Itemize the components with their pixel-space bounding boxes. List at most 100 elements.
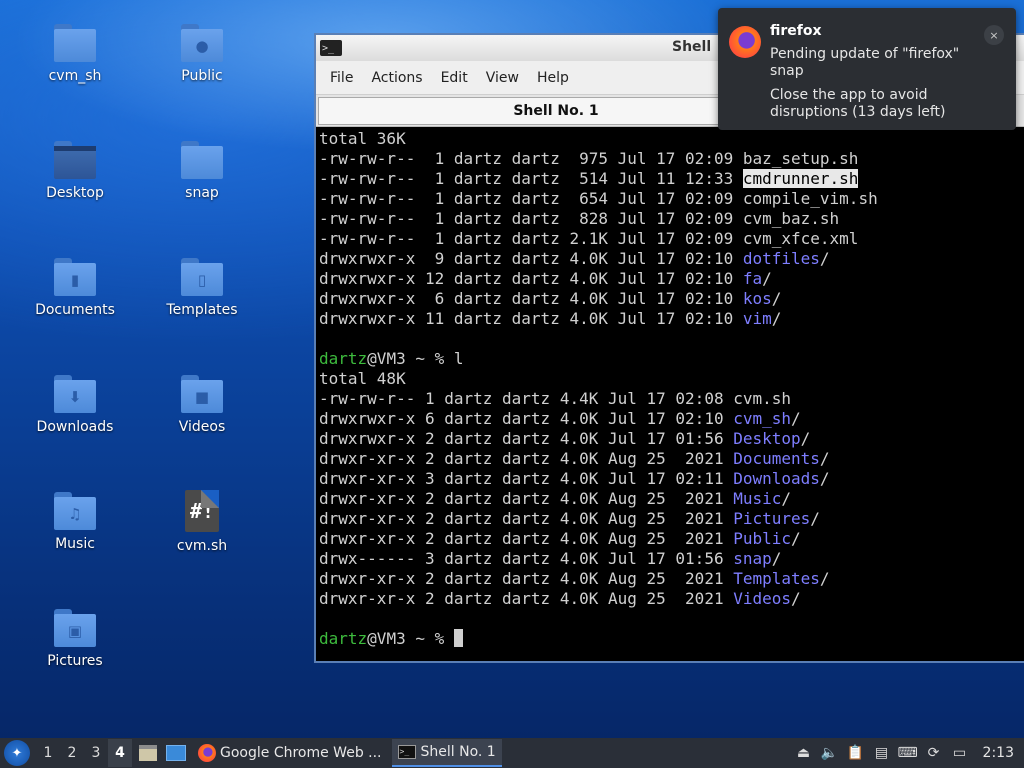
folder-templates-icon: ▯ [181,258,223,296]
folder-pictures-icon: ▣ [54,609,96,647]
terminal-output[interactable]: total 36K -rw-rw-r-- 1 dartz dartz 975 Ju… [316,127,1024,649]
desktop-icon-label: Desktop [46,185,104,201]
terminal-line: drwxrwxr-x 12 dartz dartz 4.0K Jul 17 02… [319,269,772,288]
update-icon[interactable]: ⟳ [923,742,945,764]
desktop-icon-videos[interactable]: ■ Videos [147,373,257,473]
terminal-line: drwxrwxr-x 2 dartz dartz 4.0K Jul 17 01:… [319,429,811,448]
terminal-line: drwxrwxr-x 9 dartz dartz 4.0K Jul 17 02:… [319,249,830,268]
notification-detail: Close the app to avoid disruptions (13 d… [770,87,946,120]
directory-name: Documents [733,449,820,468]
terminal-line: -rw-rw-r-- 1 dartz dartz 828 Jul 17 02:0… [319,209,840,228]
terminal-line: total 48K [319,369,406,388]
terminal-line: drwxrwxr-x 6 dartz dartz 4.0K Jul 17 02:… [319,409,801,428]
directory-name: Templates [733,569,820,588]
desktop-icon-label: snap [185,185,219,201]
desktop-icon-label: Templates [166,302,238,318]
workspace-1[interactable]: 1 [36,739,60,767]
app-menu-button[interactable]: ✦ [4,740,30,766]
directory-name: dotfiles [742,249,820,268]
terminal-line: -rw-rw-r-- 1 dartz dartz 514 Jul 11 12:3… [319,169,859,188]
info-icon[interactable]: ▭ [949,742,971,764]
menu-file[interactable]: File [322,66,361,90]
menu-actions[interactable]: Actions [363,66,430,90]
desktop-icon-label: Downloads [36,419,114,435]
workspace-2[interactable]: 2 [60,739,84,767]
desktop-icon-public[interactable]: ● Public [147,22,257,122]
network-icon[interactable]: ⌨ [897,742,919,764]
desktop-icon-desktop[interactable]: Desktop [20,139,130,239]
workspace-3[interactable]: 3 [84,739,108,767]
workspace-4[interactable]: 4 [108,739,132,767]
directory-name: Music [733,489,782,508]
terminal-line: drwxr-xr-x 2 dartz dartz 4.0K Aug 25 202… [319,449,830,468]
directory-name: Videos [733,589,792,608]
system-tray: ⏏ 🔈 📋 ▤ ⌨ ⟳ ▭ 2:13 [793,738,1024,768]
taskbar: ✦ 1 2 3 4 Google Chrome Web ... >_ Shell… [0,738,1024,768]
menu-help[interactable]: Help [529,66,577,90]
window-title: Shell [672,39,712,55]
desktop-icon-music[interactable]: ♫ Music [20,490,130,590]
terminal-line: -rw-rw-r-- 1 dartz dartz 2.1K Jul 17 02:… [319,229,859,248]
terminal-line: drwxr-xr-x 2 dartz dartz 4.0K Aug 25 202… [319,529,801,548]
terminal-line: drwxrwxr-x 11 dartz dartz 4.0K Jul 17 02… [319,309,782,328]
desktop-icon-cvm-sh[interactable]: cvm_sh [20,22,130,122]
terminal-icon: >_ [397,745,416,759]
desktop-icon-documents[interactable]: ▮ Documents [20,256,130,356]
terminal-icon[interactable]: >_ [320,40,342,56]
firefox-icon [198,744,216,762]
folder-videos-icon: ■ [181,375,223,413]
desktop-icon-label: cvm_sh [48,68,102,84]
shell-script-icon: #! [185,490,219,532]
terminal-line: total 36K [319,129,406,148]
desktop-icon-label: Videos [178,419,226,435]
eject-icon[interactable]: ⏏ [793,742,815,764]
terminal-line: drwxr-xr-x 2 dartz dartz 4.0K Aug 25 202… [319,569,830,588]
show-desktop-icon [166,745,186,761]
text-cursor [453,629,463,647]
directory-name: Downloads [733,469,820,488]
notification-message: Pending update of "firefox" snap [770,46,960,79]
desktop-icon-pictures[interactable]: ▣ Pictures [20,607,130,707]
terminal-line: dartz@VM3 ~ % l [319,349,464,368]
task-label: Shell No. 1 [420,744,496,760]
notes-icon[interactable]: ▤ [871,742,893,764]
terminal-line: drwxr-xr-x 2 dartz dartz 4.0K Aug 25 202… [319,589,801,608]
volume-icon[interactable]: 🔈 [819,742,841,764]
menu-view[interactable]: View [478,66,527,90]
firefox-icon [729,26,761,58]
directory-name: kos [742,289,772,308]
clipboard-icon[interactable]: 📋 [845,742,867,764]
desktop-icon-downloads[interactable]: ⬇ Downloads [20,373,130,473]
file-manager-launcher[interactable] [136,741,160,765]
desktop-icon-templates[interactable]: ▯ Templates [147,256,257,356]
desktop-icon-cvm-script[interactable]: #! cvm.sh [147,490,257,590]
terminal-line: drwxr-xr-x 3 dartz dartz 4.0K Jul 17 02:… [319,469,830,488]
notification-app-name: firefox [770,23,822,39]
task-google-chrome[interactable]: Google Chrome Web ... [192,739,388,767]
file-manager-icon [139,745,157,761]
directory-name: Pictures [733,509,811,528]
clock[interactable]: 2:13 [983,745,1014,761]
directory-name: Public [733,529,792,548]
show-desktop-button[interactable] [164,741,188,765]
terminal-line: drwxr-xr-x 2 dartz dartz 4.0K Aug 25 202… [319,489,792,508]
folder-icon [181,141,223,179]
desktop-icon-label: Public [181,68,223,84]
folder-icon [54,24,96,62]
task-shell-no-1[interactable]: >_ Shell No. 1 [391,739,502,767]
menu-edit[interactable]: Edit [433,66,476,90]
notification-popup[interactable]: firefox Pending update of "firefox" snap… [718,8,1016,130]
terminal-line: -rw-rw-r-- 1 dartz dartz 975 Jul 17 02:0… [319,149,859,168]
terminal-line: drwxrwxr-x 6 dartz dartz 4.0K Jul 17 02:… [319,289,782,308]
terminal-line: -rw-rw-r-- 1 dartz dartz 654 Jul 17 02:0… [319,189,878,208]
close-icon[interactable]: × [984,25,1004,45]
directory-name: snap [733,549,772,568]
desktop-icon-snap[interactable]: snap [147,139,257,239]
directory-name: cvm_sh [733,409,792,428]
directory-name: fa [742,269,763,288]
folder-documents-icon: ▮ [54,258,96,296]
task-label: Google Chrome Web ... [220,745,382,761]
folder-desktop-icon [54,141,96,179]
desktop-icon-label: Music [55,536,95,552]
